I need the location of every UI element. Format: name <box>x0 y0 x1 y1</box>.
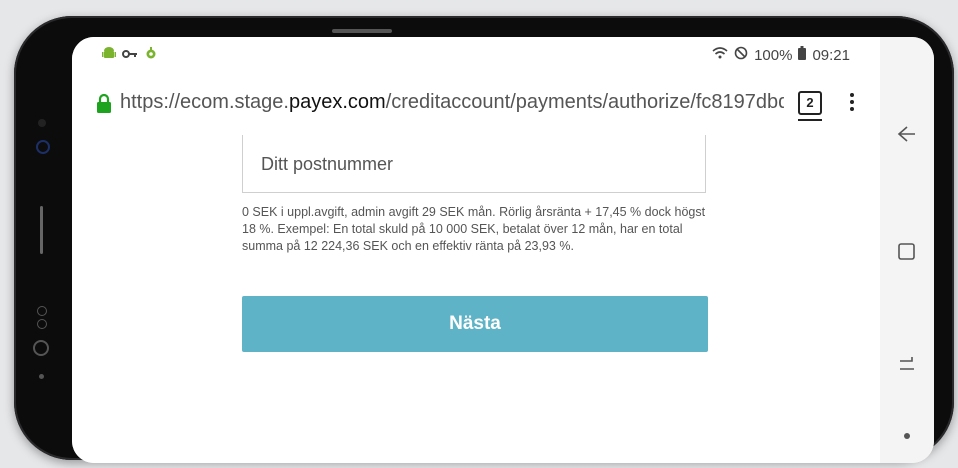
android-icon <box>102 46 116 64</box>
next-button[interactable]: Nästa <box>242 296 708 352</box>
bug-icon <box>144 46 158 64</box>
battery-icon <box>798 46 807 64</box>
clock: 09:21 <box>812 46 850 64</box>
url-path: /creditaccount/payments/authorize/fc8197… <box>385 91 784 113</box>
postal-code-field[interactable] <box>242 135 706 193</box>
recents-icon[interactable] <box>880 241 934 266</box>
iris-scanner <box>33 340 49 356</box>
tabs-icon[interactable]: 2 <box>798 91 822 115</box>
more-vert-icon[interactable] <box>850 93 854 114</box>
url-subdomain: ecom.stage. <box>180 91 289 113</box>
credit-terms-text: 0 SEK i uppl.avgift, admin avgift 29 SEK… <box>242 205 706 253</box>
postal-code-input[interactable] <box>243 135 681 193</box>
screen: 100% 09:21 https://ecom.stage.payex.com/… <box>72 37 934 463</box>
front-camera <box>36 140 50 154</box>
sensor-dot <box>38 119 46 127</box>
android-navigation-bar <box>880 37 934 463</box>
battery-level: 100% <box>754 46 793 64</box>
nav-dot <box>880 427 934 445</box>
home-icon[interactable] <box>880 355 934 380</box>
status-bar: 100% 09:21 <box>72 37 880 71</box>
url-text[interactable]: https://ecom.stage.payex.com/creditaccou… <box>120 91 784 114</box>
do-not-disturb-icon <box>734 46 748 64</box>
phone-frame: 100% 09:21 https://ecom.stage.payex.com/… <box>14 16 954 463</box>
sensor-dot <box>37 319 47 329</box>
url-scheme: https:// <box>120 91 181 113</box>
browser-address-bar[interactable]: https://ecom.stage.payex.com/creditaccou… <box>72 71 880 136</box>
key-icon <box>122 47 138 64</box>
tabs-underline <box>798 119 822 121</box>
lock-icon <box>96 93 112 118</box>
sensor-dot <box>39 374 44 379</box>
back-icon[interactable] <box>880 125 934 148</box>
phone-speaker <box>332 29 392 33</box>
sensor-dot <box>37 306 47 316</box>
page-content: 0 SEK i uppl.avgift, admin avgift 29 SEK… <box>72 135 880 463</box>
url-domain: payex.com <box>288 91 386 113</box>
wifi-icon <box>712 46 728 64</box>
phone-edge-slot <box>40 206 43 254</box>
